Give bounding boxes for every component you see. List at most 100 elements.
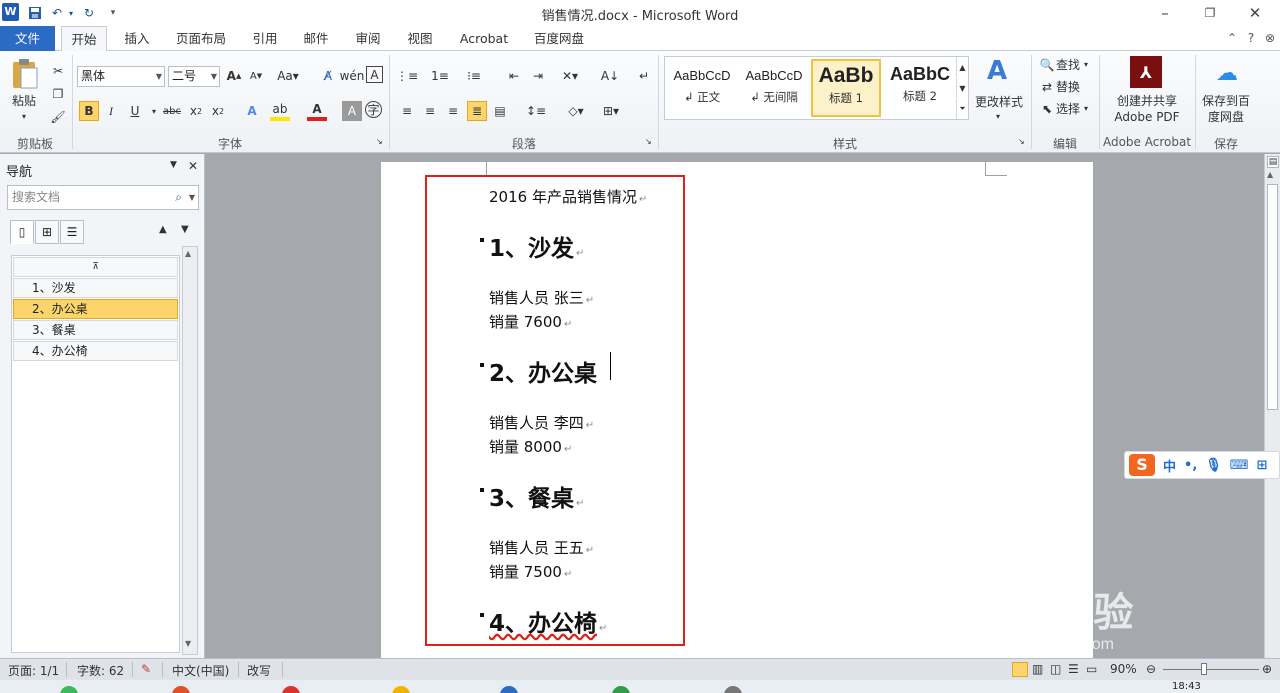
style-heading-2[interactable]: AaBbC 标题 2 [885,59,955,117]
create-pdf-label-line1[interactable]: 创建并共享 [1104,93,1190,109]
align-right-icon[interactable]: ≡ [443,101,463,121]
select-icon[interactable]: ⬉ [1037,99,1057,119]
save-to-baidu-label-line2[interactable]: 度网盘 [1198,109,1254,125]
print-layout-view-icon[interactable] [1012,662,1028,677]
minimize-ribbon-icon[interactable]: ⌃ [1224,30,1240,46]
tab-references[interactable]: 引用 [245,26,285,51]
underline-dropdown-icon[interactable]: ▾ [144,101,164,121]
nav-scroll-up-icon[interactable]: ▲ [185,249,191,258]
tab-review[interactable]: 审阅 [348,26,388,51]
line-spacing-icon[interactable]: ↕≡ [526,101,546,121]
select-button[interactable]: 选择 [1056,101,1080,117]
replace-button[interactable]: 替换 [1056,79,1080,95]
style-normal[interactable]: AaBbCcD ↲ 正文 [667,59,737,117]
nav-next-icon[interactable]: ▼ [181,224,189,235]
ime-punctuation[interactable]: •, [1184,458,1197,473]
full-screen-reading-icon[interactable]: ▥ [1032,662,1043,676]
justify-icon[interactable]: ≣ [467,101,487,121]
align-center-icon[interactable]: ≡ [420,101,440,121]
proofing-icon[interactable]: ✎ [141,662,151,676]
format-painter-icon[interactable]: 🖌 [48,107,68,127]
text-effects-icon[interactable]: A [242,101,262,121]
character-border-icon[interactable]: A [366,66,383,83]
keyboard-icon[interactable]: ⌨ [1230,458,1249,473]
search-dropdown-icon[interactable]: ▼ [189,186,195,209]
borders-icon[interactable]: ⊞▾ [601,101,621,121]
close-button[interactable]: ✕ [1240,2,1270,24]
paste-dropdown-icon[interactable]: ▾ [12,109,36,125]
style-heading-1[interactable]: AaBb 标题 1 [811,59,881,117]
taskbar-app-icon[interactable] [282,686,300,693]
outline-view-icon[interactable]: ☰ [1068,662,1079,676]
search-icon[interactable]: ⌕ [175,186,182,209]
superscript-button[interactable]: x2 [208,101,228,121]
ime-toolbar[interactable]: S 中 •, 🎙 ⌨ ⊞ [1124,451,1280,479]
select-dropdown-icon[interactable]: ▾ [1084,101,1088,117]
sort-icon[interactable]: A↓ [600,66,620,86]
tab-home[interactable]: 开始 [61,26,107,52]
subscript-button[interactable]: x2 [186,101,206,121]
align-left-icon[interactable]: ≡ [397,101,417,121]
bullets-icon[interactable]: ⋮≡ [396,66,418,86]
character-shading-icon[interactable]: A [342,101,362,121]
nav-heading-item[interactable]: 3、餐桌 [13,320,178,340]
style-no-spacing[interactable]: AaBbCcD ↲ 无间隔 [739,59,809,117]
nav-collapse-top-icon[interactable]: ⊼ [13,257,178,277]
distributed-icon[interactable]: ▤ [490,101,510,121]
change-case-icon[interactable]: Aa▾ [277,66,299,86]
taskbar-word-icon[interactable] [500,686,518,693]
cut-icon[interactable]: ✂ [48,61,68,81]
draft-view-icon[interactable]: ▭ [1086,662,1097,676]
change-styles-dropdown-icon[interactable]: ▾ [990,109,1006,125]
ruler-toggle-icon[interactable]: ▤ [1267,156,1279,168]
document-scrollbar[interactable]: ▤ ▲ [1264,154,1280,658]
nav-pages-tab-icon[interactable]: ⊞ [35,220,59,244]
strikethrough-button[interactable]: abc [162,101,182,121]
nav-heading-item[interactable]: 4、办公椅 [13,341,178,361]
nav-prev-icon[interactable]: ▲ [159,224,167,235]
clear-formatting-icon[interactable]: A̸ [318,66,338,86]
tab-insert[interactable]: 插入 [117,26,157,51]
font-size-select[interactable]: 二号 ▼ [168,66,220,87]
highlight-color-icon[interactable]: ab [270,101,290,121]
italic-button[interactable]: I [101,101,121,121]
zoom-in-icon[interactable]: ⊕ [1262,662,1272,676]
customize-quick-access-icon[interactable]: ▾ [104,4,122,22]
nav-headings-tab-icon[interactable]: ▯ [10,220,34,244]
bold-button[interactable]: B [79,101,99,121]
multilevel-list-icon[interactable]: ⁝≡ [464,66,484,86]
nav-scrollbar[interactable]: ▲ ▼ [182,246,198,655]
zoom-out-icon[interactable]: ⊖ [1146,662,1156,676]
styles-more-icon[interactable]: ⏷ [956,99,968,119]
adobe-pdf-icon[interactable]: ⅄ [1130,56,1162,88]
zoom-slider-thumb[interactable] [1201,663,1207,675]
taskbar-app-icon[interactable] [612,686,630,693]
font-color-icon[interactable]: A [307,101,327,121]
page-counter[interactable]: 页面: 1/1 [8,662,59,679]
nav-heading-item[interactable]: 1、沙发 [13,278,178,298]
replace-icon[interactable]: ⇄ [1037,77,1057,97]
baidu-netdisk-icon[interactable]: ☁ [1212,59,1242,87]
scroll-up-icon[interactable]: ▲ [1267,170,1273,179]
nav-scroll-down-icon[interactable]: ▼ [185,639,191,648]
ribbon-close-icon[interactable]: ⊗ [1262,30,1278,46]
save-icon[interactable] [26,4,44,22]
find-icon[interactable]: 🔍 [1037,55,1057,75]
taskbar-app-icon[interactable] [172,686,190,693]
taskbar-app-icon[interactable] [724,686,742,693]
nav-search-input[interactable]: 搜索文档 ⌕ ▼ [7,185,199,210]
restore-button[interactable]: ❐ [1195,2,1225,24]
scroll-thumb[interactable] [1267,184,1278,410]
undo-icon[interactable]: ↶ [48,4,66,22]
microphone-icon[interactable]: 🎙 [1205,458,1222,473]
tab-mailings[interactable]: 邮件 [296,26,336,51]
styles-dialog-launcher-icon[interactable]: ↘ [1018,137,1025,146]
styles-scroll-down-icon[interactable]: ▼ [956,78,968,98]
numbering-icon[interactable]: 1≡ [430,66,450,86]
change-styles-label[interactable]: 更改样式 [972,94,1026,110]
word-app-icon[interactable]: W [2,3,19,21]
sogou-logo-icon[interactable]: S [1129,454,1155,476]
undo-dropdown-icon[interactable]: ▾ [66,4,76,22]
tab-page-layout[interactable]: 页面布局 [170,26,232,51]
zoom-level[interactable]: 90% [1110,662,1137,676]
